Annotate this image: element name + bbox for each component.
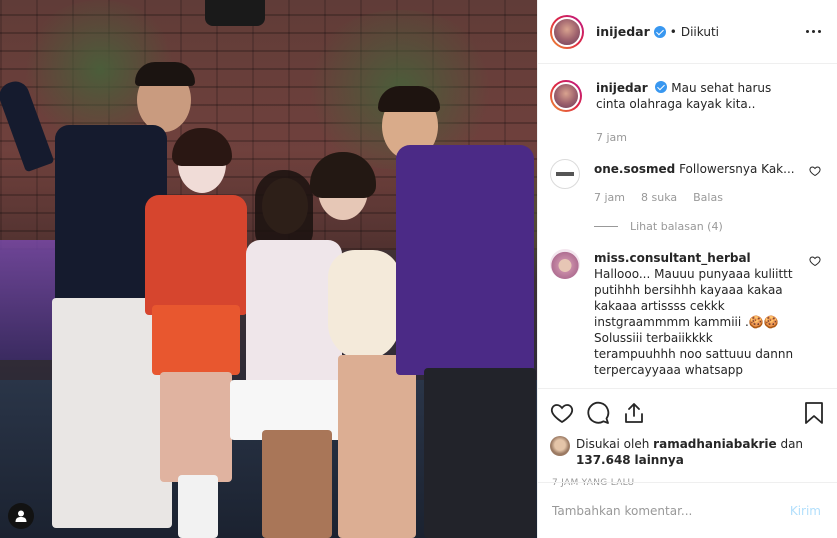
follow-status-button[interactable]: Diikuti	[681, 25, 719, 39]
caption-username[interactable]: inijedar	[596, 81, 648, 95]
comments-list[interactable]: inijedar Mau sehat harus cinta olahraga …	[538, 64, 837, 388]
view-replies-label[interactable]: Lihat balasan (4)	[630, 220, 723, 233]
author-avatar[interactable]	[550, 14, 584, 49]
caption-time[interactable]: 7 jam	[596, 130, 627, 146]
liker-username[interactable]: ramadhaniabakrie	[653, 437, 776, 451]
reply-button[interactable]: Balas	[693, 190, 723, 206]
post-sidebar: inijedar • Diikuti inijedar Mau sehat ha…	[537, 0, 837, 538]
view-replies-button[interactable]: Lihat balasan (4)	[594, 220, 821, 233]
likes-prefix: Disukai oleh	[576, 437, 650, 451]
liker-avatar[interactable]	[550, 436, 570, 456]
comment-like-heart-icon[interactable]	[809, 165, 821, 177]
comment-input[interactable]	[552, 503, 790, 518]
replies-divider	[594, 226, 618, 227]
likes-and: dan	[780, 437, 804, 451]
comment-item: one.sosmed Followersnya Kak... 7 jam 8 s…	[550, 159, 821, 206]
photo-ceiling-lamp	[205, 0, 265, 26]
comment-likes[interactable]: 8 suka	[641, 190, 677, 206]
post-actions	[538, 388, 837, 436]
comment-time[interactable]: 7 jam	[594, 190, 625, 206]
comment-username[interactable]: one.sosmed	[594, 162, 675, 176]
caption-avatar[interactable]	[550, 80, 582, 112]
post-header: inijedar • Diikuti	[538, 0, 837, 64]
author-username[interactable]: inijedar	[596, 24, 650, 39]
like-heart-icon[interactable]	[550, 401, 574, 425]
tagged-users-icon[interactable]	[8, 503, 34, 529]
comment-bubble-icon[interactable]	[586, 401, 610, 425]
likes-count[interactable]: 137.648	[576, 453, 631, 467]
post-comment-button[interactable]: Kirim	[790, 504, 821, 518]
comment-avatar[interactable]	[550, 159, 580, 189]
instagram-post: inijedar • Diikuti inijedar Mau sehat ha…	[0, 0, 837, 538]
post-photo[interactable]	[0, 0, 537, 538]
share-icon[interactable]	[622, 401, 646, 425]
more-options-icon[interactable]	[806, 30, 821, 33]
comment-text: Hallooo... Mauuu punyaaa kuliittt putihh…	[594, 267, 794, 377]
verified-badge-icon	[655, 81, 668, 93]
comment-username[interactable]: miss.consultant_herbal	[594, 251, 751, 265]
photo-neon-light	[0, 240, 60, 360]
add-comment-bar: Kirim	[538, 482, 837, 538]
comment-text: Followersnya Kak...	[679, 162, 795, 176]
caption: inijedar Mau sehat harus cinta olahraga …	[550, 80, 821, 146]
header-separator: •	[669, 24, 677, 39]
comment-like-heart-icon[interactable]	[809, 255, 821, 267]
likes-suffix[interactable]: lainnya	[634, 453, 683, 467]
verified-badge-icon	[653, 25, 666, 38]
comment-item: miss.consultant_herbal Hallooo... Mauuu …	[550, 249, 821, 378]
likes-summary: Disukai oleh ramadhaniabakrie dan 137.64…	[538, 436, 837, 468]
save-bookmark-icon[interactable]	[803, 401, 825, 425]
comment-avatar[interactable]	[550, 249, 580, 279]
